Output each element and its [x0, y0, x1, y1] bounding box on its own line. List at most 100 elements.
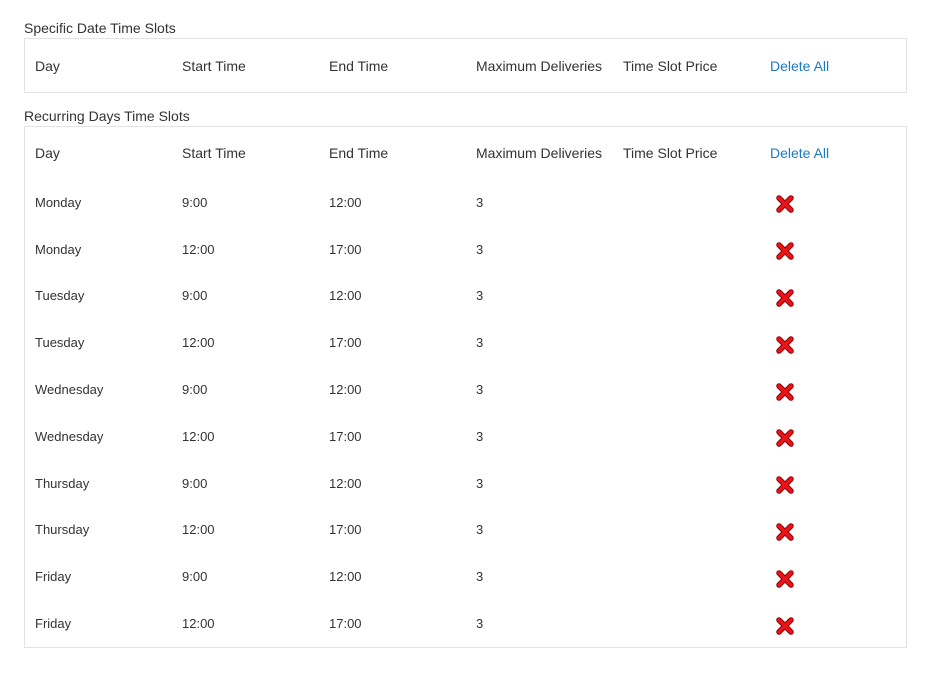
cell-actions — [760, 366, 906, 413]
recurring-days-section-title: Recurring Days Time Slots — [24, 108, 190, 124]
cell-day: Friday — [35, 616, 72, 632]
table-row: Monday 9:00 12:00 3 — [25, 179, 906, 226]
column-header-day: Day — [35, 57, 60, 74]
cell-time-slot-price — [613, 460, 760, 507]
cell-maximum-deliveries: 3 — [476, 288, 484, 304]
cell-start-time: 9:00 — [182, 475, 208, 491]
cell-actions — [760, 507, 906, 554]
cell-end-time: 12:00 — [329, 382, 362, 398]
cell-day: Tuesday — [35, 288, 85, 304]
cell-time-slot-price — [613, 366, 760, 413]
cell-time-slot-price — [613, 319, 760, 366]
delete-x-icon[interactable] — [776, 523, 794, 541]
cell-time-slot-price — [613, 600, 760, 647]
recurring-days-slots-table: Day Start Time End Time Maximum Deliveri… — [25, 127, 906, 647]
delete-x-icon[interactable] — [776, 242, 794, 260]
delete-all-link[interactable]: Delete All — [770, 58, 829, 74]
column-header-maximum-deliveries: Maximum Deliveries — [476, 57, 603, 74]
delete-x-icon[interactable] — [776, 382, 794, 401]
column-header-time-slot-price: Time Slot Price — [623, 145, 718, 161]
delete-x-icon[interactable] — [776, 476, 794, 494]
cell-end-time: 17:00 — [329, 522, 362, 538]
table-header-row: Day Start Time End Time Maximum Deliveri… — [25, 127, 906, 179]
cell-day: Wednesday — [35, 428, 104, 444]
cell-end-time: 12:00 — [329, 288, 362, 304]
cell-actions — [760, 319, 906, 366]
table-row: Wednesday 9:00 12:00 3 — [25, 366, 906, 413]
cell-actions — [760, 226, 906, 273]
cell-start-time: 12:00 — [182, 428, 215, 444]
column-header-start-time: Start Time — [182, 57, 246, 74]
cell-time-slot-price — [613, 273, 760, 320]
cell-maximum-deliveries: 3 — [476, 475, 484, 491]
delete-x-icon[interactable] — [776, 336, 794, 354]
cell-time-slot-price — [613, 553, 760, 600]
specific-date-section-title: Specific Date Time Slots — [24, 20, 176, 36]
delete-x-icon[interactable] — [776, 570, 794, 588]
cell-actions — [760, 413, 906, 460]
table-row: Friday 12:00 17:00 3 — [25, 600, 906, 647]
column-header-end-time: End Time — [329, 57, 389, 74]
cell-day: Tuesday — [35, 335, 85, 351]
cell-day: Thursday — [35, 522, 90, 538]
cell-end-time: 17:00 — [329, 616, 362, 632]
table-row: Wednesday 12:00 17:00 3 — [25, 413, 906, 460]
cell-end-time: 12:00 — [329, 194, 362, 210]
cell-maximum-deliveries: 3 — [476, 194, 484, 210]
delete-x-icon[interactable] — [776, 429, 794, 448]
table-header-row: Day Start Time End Time Maximum Deliveri… — [25, 39, 906, 92]
cell-actions — [760, 273, 906, 320]
cell-start-time: 12:00 — [182, 616, 215, 632]
table-row: Friday 9:00 12:00 3 — [25, 553, 906, 600]
column-header-maximum-deliveries: Maximum Deliveries — [476, 145, 603, 161]
table-row: Thursday 9:00 12:00 3 — [25, 460, 906, 507]
specific-date-slots-table: Day Start Time End Time Maximum Deliveri… — [25, 39, 906, 92]
table-row: Tuesday 9:00 12:00 3 — [25, 273, 906, 320]
cell-start-time: 9:00 — [182, 288, 208, 304]
cell-maximum-deliveries: 3 — [476, 382, 484, 398]
cell-time-slot-price — [613, 226, 760, 273]
cell-time-slot-price — [613, 179, 760, 226]
cell-time-slot-price — [613, 507, 760, 554]
cell-end-time: 17:00 — [329, 428, 362, 444]
cell-maximum-deliveries: 3 — [476, 569, 484, 585]
recurring-days-slots-panel: Day Start Time End Time Maximum Deliveri… — [24, 126, 907, 648]
table-row: Tuesday 12:00 17:00 3 — [25, 319, 906, 366]
column-header-time-slot-price: Time Slot Price — [623, 57, 718, 74]
cell-start-time: 12:00 — [182, 522, 215, 538]
cell-start-time: 12:00 — [182, 241, 215, 257]
cell-day: Monday — [35, 194, 82, 210]
table-row: Monday 12:00 17:00 3 — [25, 226, 906, 273]
cell-actions — [760, 553, 906, 600]
cell-actions — [760, 179, 906, 226]
cell-day: Wednesday — [35, 382, 104, 398]
cell-actions — [760, 460, 906, 507]
cell-maximum-deliveries: 3 — [476, 335, 484, 351]
cell-maximum-deliveries: 3 — [476, 522, 484, 538]
cell-start-time: 9:00 — [182, 194, 208, 210]
delete-x-icon[interactable] — [776, 195, 794, 214]
cell-start-time: 9:00 — [182, 382, 208, 398]
delete-all-cell: Delete All — [760, 127, 906, 179]
table-row: Thursday 12:00 17:00 3 — [25, 507, 906, 554]
delete-x-icon[interactable] — [776, 616, 794, 635]
cell-end-time: 17:00 — [329, 335, 362, 351]
cell-actions — [760, 600, 906, 647]
cell-end-time: 12:00 — [329, 569, 362, 585]
cell-start-time: 9:00 — [182, 569, 208, 585]
cell-maximum-deliveries: 3 — [476, 241, 484, 257]
cell-day: Thursday — [35, 475, 90, 491]
cell-time-slot-price — [613, 413, 760, 460]
column-header-end-time: End Time — [329, 145, 389, 161]
column-header-start-time: Start Time — [182, 145, 246, 161]
column-header-day: Day — [35, 145, 60, 161]
delete-x-icon[interactable] — [776, 289, 794, 307]
cell-maximum-deliveries: 3 — [476, 616, 484, 632]
delete-all-cell: Delete All — [760, 39, 906, 92]
specific-date-slots-panel: Day Start Time End Time Maximum Deliveri… — [24, 38, 907, 93]
cell-start-time: 12:00 — [182, 335, 215, 351]
cell-end-time: 17:00 — [329, 241, 362, 257]
cell-maximum-deliveries: 3 — [476, 428, 484, 444]
cell-day: Friday — [35, 569, 72, 585]
delete-all-link[interactable]: Delete All — [770, 145, 829, 161]
